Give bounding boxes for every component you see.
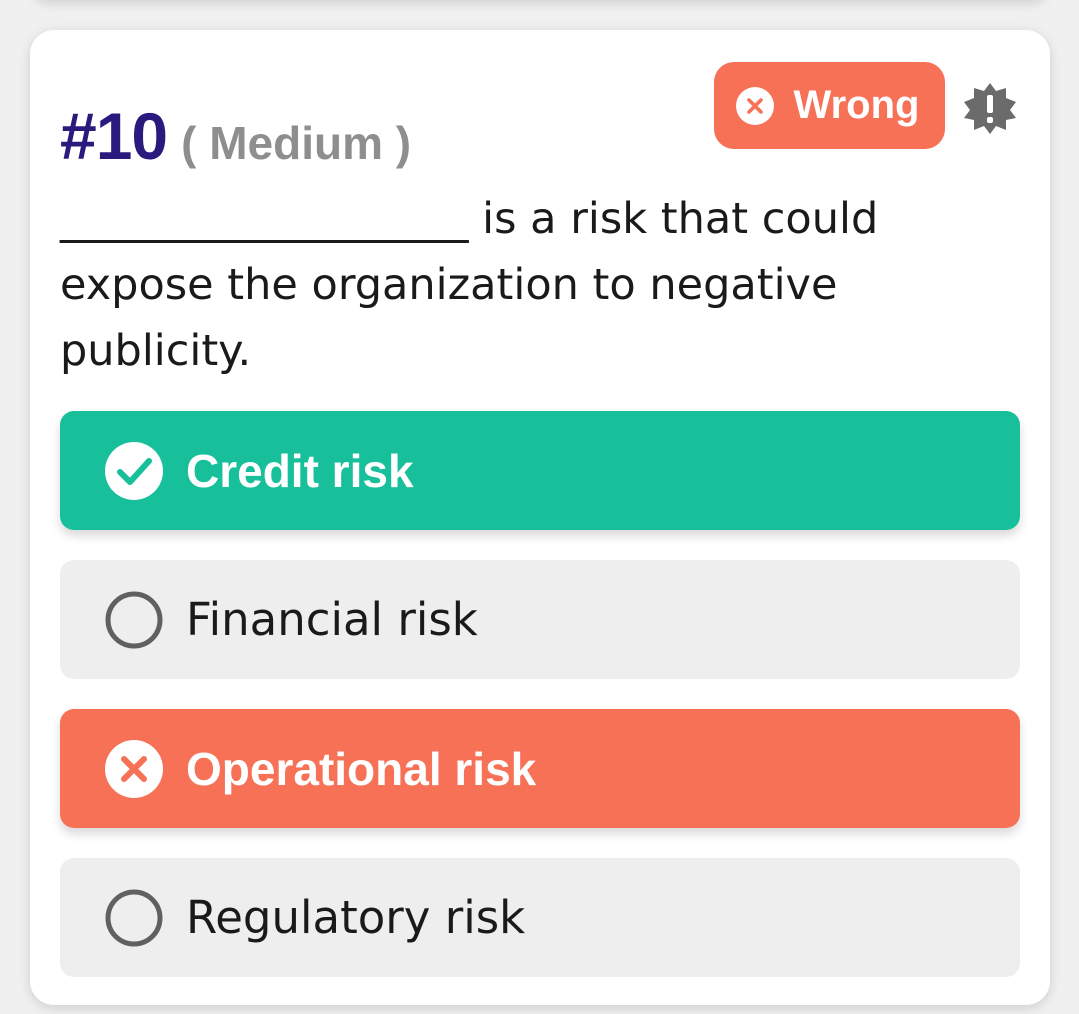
x-circle-icon: [104, 739, 164, 799]
x-circle-icon: [735, 86, 774, 125]
question-number: #10: [60, 99, 168, 173]
option-regulatory-risk[interactable]: Regulatory risk: [60, 858, 1020, 977]
option-label: Financial risk: [186, 593, 478, 646]
question-text: ___________________ is a risk that could…: [60, 194, 879, 376]
status-badge: Wrong: [714, 62, 945, 149]
option-operational-risk[interactable]: Operational risk: [60, 709, 1020, 828]
question-card: #10 ( Medium ) Wrong ___________________…: [30, 30, 1050, 1005]
question-difficulty: ( Medium ): [181, 117, 412, 169]
radio-empty-icon: [104, 590, 164, 650]
option-credit-risk[interactable]: Credit risk: [60, 411, 1020, 530]
check-circle-icon: [104, 441, 164, 501]
option-financial-risk[interactable]: Financial risk: [60, 560, 1020, 679]
option-label: Operational risk: [186, 742, 537, 795]
option-label: Regulatory risk: [186, 891, 526, 944]
alert-badge-icon[interactable]: [962, 82, 1018, 134]
option-label: Credit risk: [186, 444, 414, 497]
status-label: Wrong: [793, 83, 920, 127]
radio-empty-icon: [104, 888, 164, 948]
question-header: #10 ( Medium ): [60, 98, 411, 174]
